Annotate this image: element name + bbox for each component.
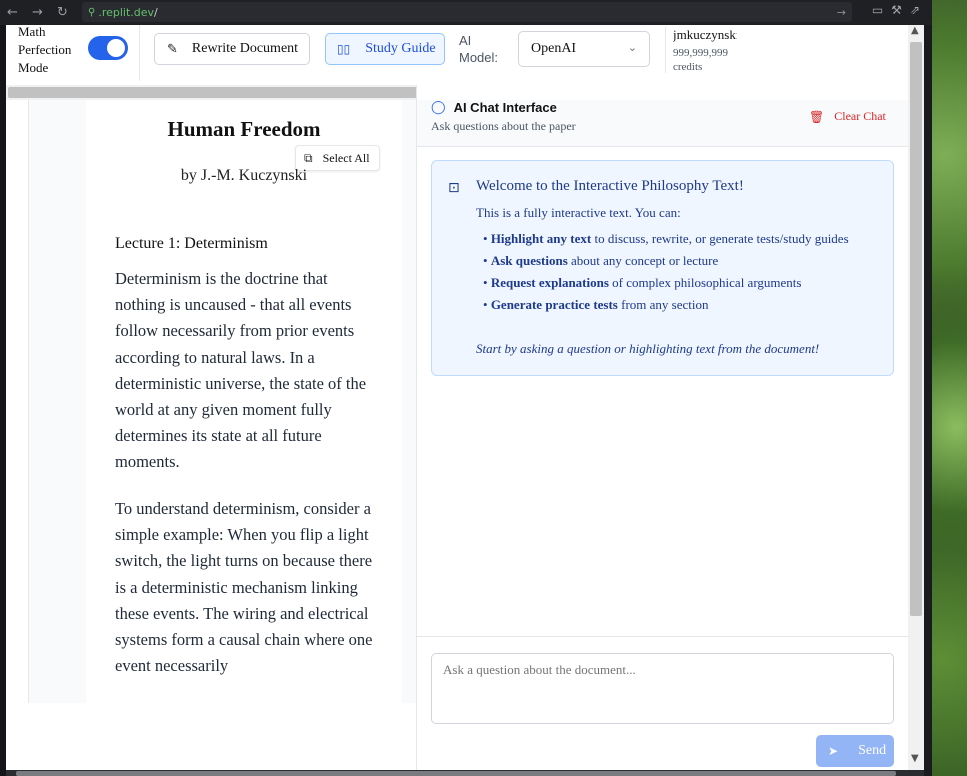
rewrite-label: Rewrite Document xyxy=(191,41,299,56)
document-paragraph[interactable]: Determinism is the doctrine that nothing… xyxy=(115,266,377,476)
clear-chat-label: Clear Chat xyxy=(834,109,886,123)
chat-pane: ◯ AI Chat Interface Ask questions about … xyxy=(417,85,908,770)
feature-list: • Highlight any text to discuss, rewrite… xyxy=(483,230,853,318)
reload-icon[interactable]: ↻ xyxy=(50,0,75,25)
rewrite-document-button[interactable]: ✎ Rewrite Document xyxy=(154,33,310,65)
app-viewport: Math Perfection Mode ✎ Rewrite Document … xyxy=(6,25,924,770)
feature-desc: of complex philosophical arguments xyxy=(608,275,802,290)
back-icon[interactable]: ← xyxy=(0,0,25,25)
list-item: • Generate practice tests from any secti… xyxy=(483,297,709,312)
input-divider xyxy=(417,636,908,637)
document-footer-space xyxy=(6,703,416,770)
copy-icon: ⧉ xyxy=(304,150,313,165)
username: jmkuczynski xyxy=(673,27,737,42)
send-label: Send xyxy=(858,743,887,758)
toolbar-spacer xyxy=(760,25,910,85)
welcome-cta: Start by asking a question or highlighti… xyxy=(476,341,820,356)
toolbar-divider xyxy=(665,27,666,73)
feature-name: Request explanations xyxy=(490,275,609,290)
list-item: • Highlight any text to discuss, rewrite… xyxy=(483,231,849,246)
go-arrow-icon[interactable]: → xyxy=(837,6,846,19)
pencil-icon: ✎ xyxy=(167,41,178,57)
feature-desc: about any concept or lecture xyxy=(567,253,719,268)
chevron-down-icon: ⌄ xyxy=(627,41,637,54)
study-guide-label: Study Guide xyxy=(365,41,436,56)
feature-name: Ask questions xyxy=(490,253,568,268)
monitor-icon[interactable]: ▭ xyxy=(872,3,883,17)
feature-desc: to discuss, rewrite, or generate tests/s… xyxy=(591,231,849,246)
send-button[interactable]: ➤ Send xyxy=(816,735,894,767)
vertical-scrollbar[interactable]: ▲ ▼ xyxy=(908,25,924,770)
window-frame xyxy=(924,25,932,776)
bot-icon: ⊡ xyxy=(448,180,460,196)
scroll-up-icon[interactable]: ▲ xyxy=(911,25,919,36)
url-host: .replit.dev xyxy=(98,5,155,19)
list-item: • Request explanations of complex philos… xyxy=(483,275,802,290)
chat-title-text: AI Chat Interface xyxy=(453,100,557,115)
chat-header: ◯ AI Chat Interface Ask questions about … xyxy=(417,100,908,147)
welcome-message: ⊡ Welcome to the Interactive Philosophy … xyxy=(431,160,894,376)
document-page: Human Freedom ⧉ Select All by J.-M. Kucz… xyxy=(86,100,402,703)
address-bar[interactable]: ⚲ .replit.dev / → xyxy=(82,2,852,22)
toolbar-divider xyxy=(139,25,140,81)
document-author: by J.-M. Kuczynski xyxy=(180,167,308,184)
url-path: / xyxy=(154,5,158,19)
credits-count: 999,999,999 credits xyxy=(673,47,728,73)
wrench-icon[interactable]: ⚒ xyxy=(891,3,902,17)
chat-title: ◯ AI Chat Interface xyxy=(431,100,557,115)
list-item: • Ask questions about any concept or lec… xyxy=(483,253,719,268)
ai-model-select[interactable]: OpenAI ⌄ xyxy=(518,31,650,67)
study-guide-button[interactable]: ▯▯ Study Guide xyxy=(325,33,445,65)
clear-chat-button[interactable]: 🗑 Clear Chat xyxy=(809,109,886,124)
message-circle-icon: ◯ xyxy=(431,100,446,115)
scrollbar-thumb[interactable] xyxy=(16,771,896,776)
document-pane: Human Freedom ⧉ Select All by J.-M. Kucz… xyxy=(29,100,416,703)
browser-toolbar: ← → ↻ ⚲ .replit.dev / → ▭ ⚒ ⇗ xyxy=(0,0,932,25)
feature-desc: from any section xyxy=(617,297,709,312)
chat-subtitle: Ask questions about the paper xyxy=(431,119,576,133)
book-open-icon: ▯▯ xyxy=(337,42,351,56)
document-sidebar xyxy=(6,100,29,703)
link-icon: ⚲ xyxy=(88,6,96,18)
math-mode-label: Math Perfection Mode xyxy=(18,25,72,75)
select-all-label: Select All xyxy=(322,150,370,165)
toggle-knob xyxy=(107,39,125,57)
external-link-icon[interactable]: ⇗ xyxy=(910,3,920,17)
document-title: Human Freedom xyxy=(167,117,321,141)
welcome-title: Welcome to the Interactive Philosophy Te… xyxy=(476,178,744,194)
trash-icon: 🗑 xyxy=(809,109,825,124)
lecture-heading: Lecture 1: Determinism xyxy=(115,235,268,252)
browser-tools: ▭ ⚒ ⇗ xyxy=(872,3,920,17)
scroll-down-icon[interactable]: ▼ xyxy=(911,753,919,764)
scrollbar-thumb[interactable] xyxy=(910,42,922,616)
background-plant xyxy=(932,0,967,776)
document-paragraph[interactable]: To understand determinism, consider a si… xyxy=(115,496,377,679)
welcome-intro: This is a fully interactive text. You ca… xyxy=(476,205,681,220)
ai-model-value: OpenAI xyxy=(531,41,577,56)
chat-input[interactable] xyxy=(431,653,894,724)
page-horizontal-scrollbar[interactable] xyxy=(6,770,924,776)
ai-model-label: AI Model: xyxy=(459,33,499,65)
forward-icon[interactable]: → xyxy=(25,0,50,25)
math-mode-toggle[interactable] xyxy=(88,36,128,60)
feature-name: Generate practice tests xyxy=(490,297,618,312)
feature-name: Highlight any text xyxy=(490,231,592,246)
app-toolbar: Math Perfection Mode ✎ Rewrite Document … xyxy=(6,25,760,85)
send-icon: ➤ xyxy=(828,744,839,758)
